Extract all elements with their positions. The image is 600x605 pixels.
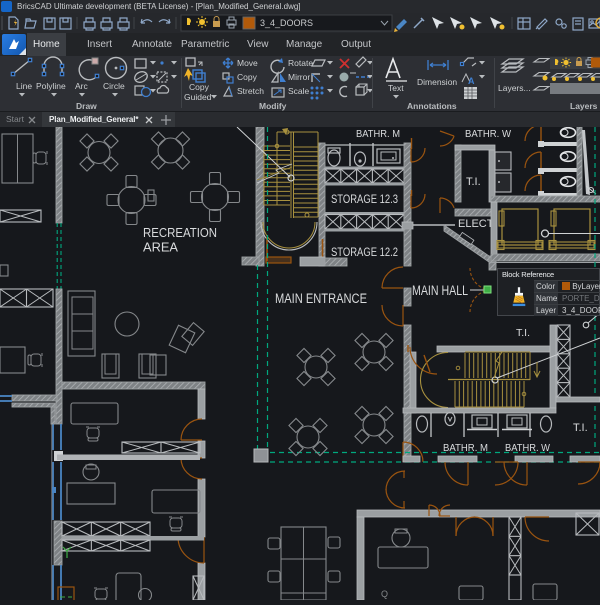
svg-text:Mirror: Mirror xyxy=(288,72,310,82)
svg-text:Text: Text xyxy=(388,83,404,93)
svg-text:Rotate: Rotate xyxy=(288,58,313,68)
svg-text:Arc: Arc xyxy=(75,81,89,91)
svg-text:Circle: Circle xyxy=(103,81,125,91)
svg-text:Guided: Guided xyxy=(184,92,212,102)
svg-text:BATHR. M: BATHR. M xyxy=(356,128,400,140)
svg-text:MAIN HALL: MAIN HALL xyxy=(412,283,468,298)
svg-text:AREA: AREA xyxy=(143,240,178,255)
svg-text:Dimension: Dimension xyxy=(417,77,457,87)
svg-text:RECREATION: RECREATION xyxy=(143,225,217,240)
svg-text:MAIN ENTRANCE: MAIN ENTRANCE xyxy=(275,291,367,306)
svg-text:BATHR. W: BATHR. W xyxy=(465,128,511,140)
svg-text:Move: Move xyxy=(237,58,258,68)
svg-text:Copy: Copy xyxy=(189,82,210,92)
svg-text:3_4_DOORS: 3_4_DOORS xyxy=(260,18,313,28)
svg-text:Polyline: Polyline xyxy=(36,81,66,91)
svg-text:Scale: Scale xyxy=(288,86,310,96)
svg-text:ELECT: ELECT xyxy=(458,218,494,230)
svg-text:T.I.: T.I. xyxy=(516,327,530,339)
svg-text:T.I.: T.I. xyxy=(466,176,481,188)
svg-text:Q: Q xyxy=(381,589,388,599)
svg-text:BATHR. M: BATHR. M xyxy=(443,442,488,454)
svg-text:A: A xyxy=(468,76,475,86)
svg-text:Line: Line xyxy=(16,81,32,91)
svg-text:STORAGE 12.3: STORAGE 12.3 xyxy=(331,194,398,206)
svg-text:Layers...: Layers... xyxy=(498,83,531,93)
svg-text:STORAGE 12.2: STORAGE 12.2 xyxy=(331,247,398,259)
svg-text:Stretch: Stretch xyxy=(237,86,264,96)
svg-text:Copy: Copy xyxy=(237,72,258,82)
svg-text:BATHR. W: BATHR. W xyxy=(505,442,550,454)
svg-text:T.I.: T.I. xyxy=(573,422,588,434)
